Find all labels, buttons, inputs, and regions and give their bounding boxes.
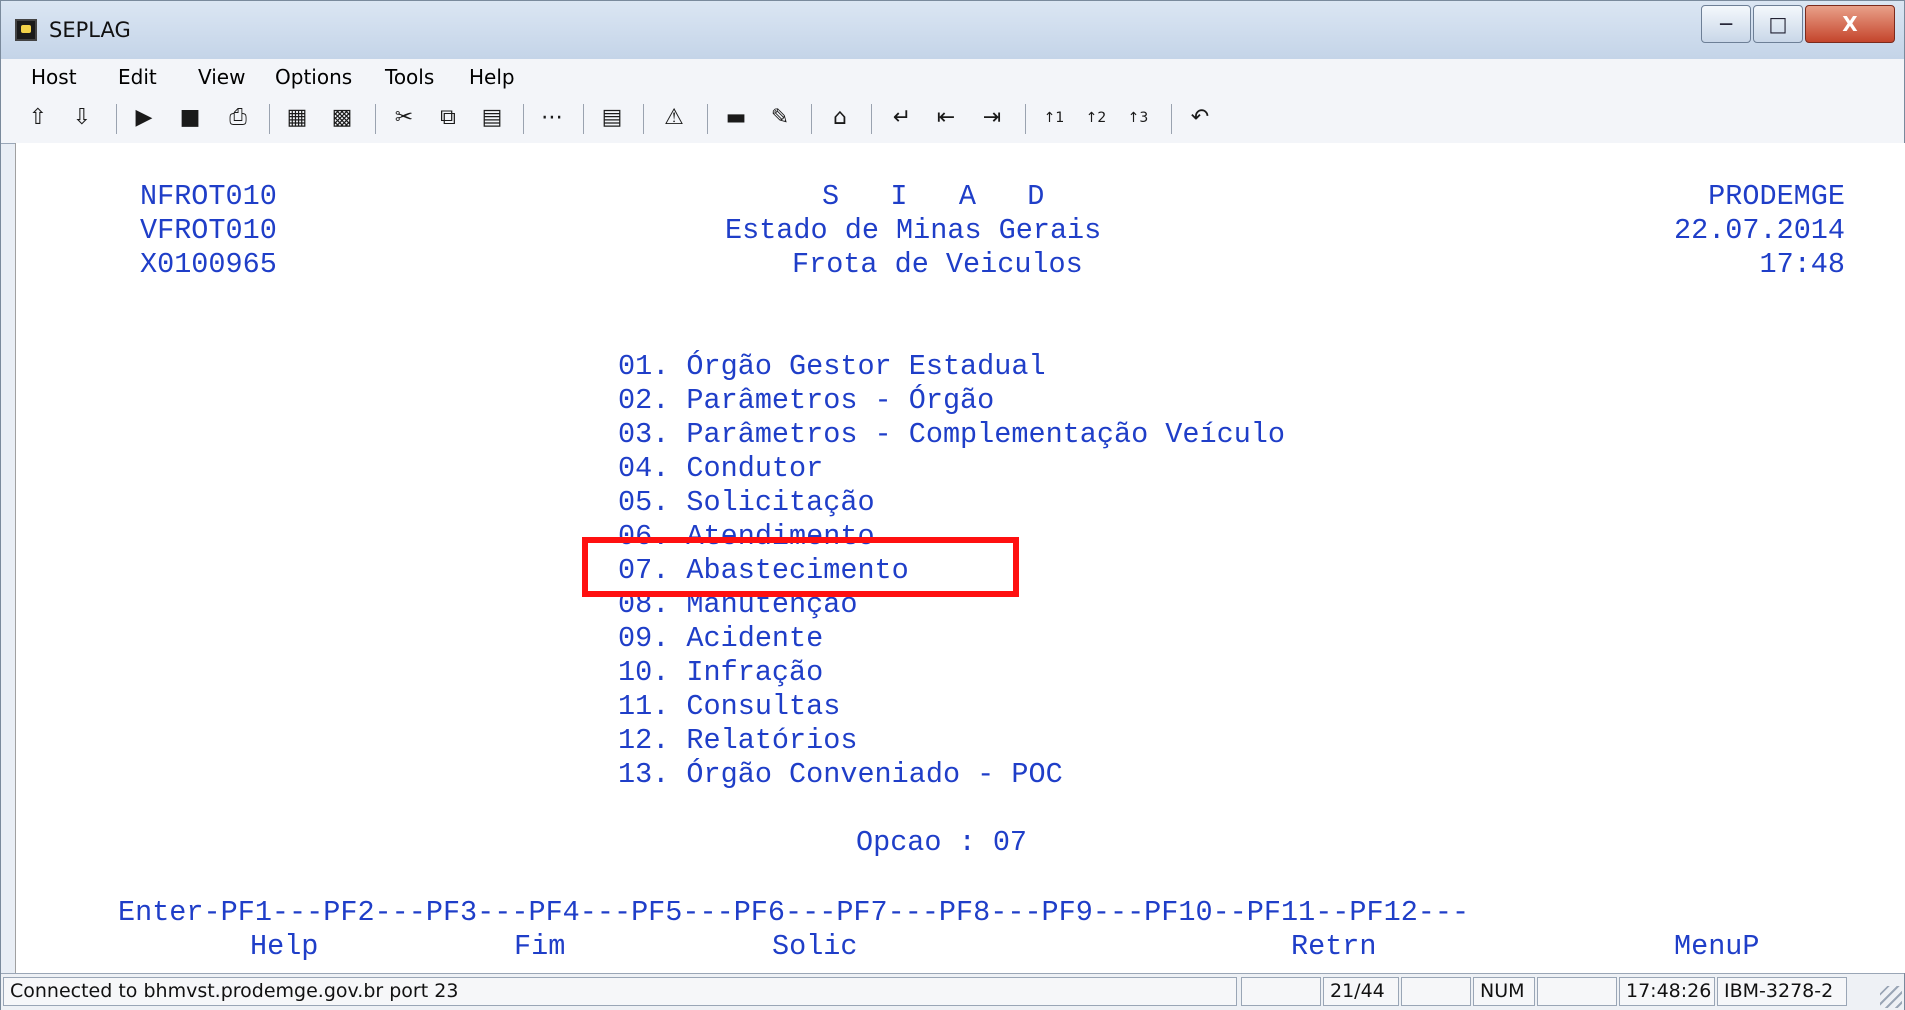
maximize-icon: □ xyxy=(1768,12,1788,36)
print-icon[interactable]: ⎙ xyxy=(225,105,251,131)
cut-icon[interactable]: ✂ xyxy=(391,105,417,131)
menu-option-02: 02. Parâmetros - Órgão xyxy=(618,384,995,417)
terminal-app-icon xyxy=(15,19,37,41)
state-name: Estado de Minas Gerais xyxy=(725,214,1102,247)
menu-view[interactable]: View xyxy=(198,65,245,89)
warning-icon[interactable]: ⚠ xyxy=(661,105,687,131)
send-file-icon[interactable]: ⇧ xyxy=(25,105,51,131)
tab-icon[interactable]: ⇥ xyxy=(979,105,1005,131)
num-lock-indicator: NUM xyxy=(1473,977,1535,1006)
menu-edit[interactable]: Edit xyxy=(118,65,157,89)
macro-run-icon[interactable]: ▶ xyxy=(131,105,157,131)
pf9-retrn-label: Retrn xyxy=(1291,930,1377,963)
pf3-icon[interactable]: ↑3 xyxy=(1125,105,1151,131)
macro-record-icon[interactable]: ■ xyxy=(177,105,203,131)
menu-option-01: 01. Órgão Gestor Estadual xyxy=(618,350,1046,383)
status-clock: 17:48:26 xyxy=(1619,977,1715,1006)
connection-status: Connected to bhmvst.prodemge.gov.br port… xyxy=(3,977,1237,1006)
system-name: S I A D xyxy=(822,180,1045,213)
menu-host[interactable]: Host xyxy=(31,65,77,89)
status-blank-2 xyxy=(1401,977,1471,1006)
enter-icon[interactable]: ↵ xyxy=(889,105,915,131)
program-code-2: VFROT010 xyxy=(140,214,277,247)
close-icon: X xyxy=(1842,12,1858,36)
copy-icon[interactable]: ⧉ xyxy=(435,105,461,131)
pf2-icon[interactable]: ↑2 xyxy=(1083,105,1109,131)
option-prompt[interactable]: Opcao : 07 xyxy=(856,827,1027,859)
menu-option-13: 13. Órgão Conveniado - POC xyxy=(618,758,1063,791)
screen-date: 22.07.2014 xyxy=(1673,214,1845,247)
pf1-help-label: Help xyxy=(250,930,319,963)
status-bar: Connected to bhmvst.prodemge.gov.br port… xyxy=(1,973,1904,1010)
receive-file-icon[interactable]: ⇩ xyxy=(69,105,95,131)
menu-option-10: 10. Infração xyxy=(618,656,824,689)
pf-key-line: Enter-PF1---PF2---PF3---PF4---PF5---PF6-… xyxy=(118,896,1470,929)
status-blank-3 xyxy=(1537,977,1617,1006)
maximize-button[interactable]: □ xyxy=(1753,5,1803,43)
pf1-icon[interactable]: ↑1 xyxy=(1041,105,1067,131)
menu-option-11: 11. Consultas xyxy=(618,690,841,723)
minimize-button[interactable]: ─ xyxy=(1701,5,1751,43)
toolbar: ⇧ ⇩ ▶ ■ ⎙ ▦ ▩ ✂ ⧉ ▤ ⋯ ▤ ⚠ ▬ ✎ ⌂ ↵ ⇤ ⇥ ↑1… xyxy=(1,94,1904,144)
chart-icon[interactable]: ▤ xyxy=(599,105,625,131)
status-blank-1 xyxy=(1241,977,1321,1006)
menu-tools[interactable]: Tools xyxy=(385,65,434,89)
paste-icon[interactable]: ▤ xyxy=(479,105,505,131)
undo-icon[interactable]: ↶ xyxy=(1187,105,1213,131)
menu-bar: Host Edit View Options Tools Help xyxy=(1,59,1904,95)
menu-options[interactable]: Options xyxy=(275,65,352,89)
dots-icon[interactable]: ⋯ xyxy=(539,105,565,131)
display-icon[interactable]: ▬ xyxy=(723,105,749,131)
cursor-position: 21/44 xyxy=(1323,977,1399,1006)
resize-grip-icon[interactable] xyxy=(1880,986,1902,1008)
terminal-window: SEPLAG ─ □ X Host Edit View Options Tool… xyxy=(0,0,1905,1010)
menu-option-09: 09. Acidente xyxy=(618,622,824,655)
window-title: SEPLAG xyxy=(49,18,131,42)
title-bar[interactable]: SEPLAG ─ □ X xyxy=(1,1,1904,60)
screen-time: 17:48 xyxy=(1759,248,1845,281)
close-button[interactable]: X xyxy=(1805,5,1895,43)
highlight-box xyxy=(582,537,1019,597)
menu-option-12: 12. Relatórios xyxy=(618,724,858,757)
menu-option-05: 05. Solicitação xyxy=(618,486,875,519)
terminal-type: IBM-3278-2 xyxy=(1717,977,1847,1006)
menu-help[interactable]: Help xyxy=(469,65,515,89)
screen-save-icon[interactable]: ▦ xyxy=(284,105,310,131)
home-icon[interactable]: ⌂ xyxy=(827,105,853,131)
menu-option-03: 03. Parâmetros - Complementação Veículo xyxy=(618,418,1286,451)
field-back-icon[interactable]: ⇤ xyxy=(933,105,959,131)
company-name: PRODEMGE xyxy=(1708,180,1845,213)
pf5-solic-label: Solic xyxy=(772,930,858,963)
program-code-1: NFROT010 xyxy=(140,180,277,213)
pen-icon[interactable]: ✎ xyxy=(767,105,793,131)
pf3-fim-label: Fim xyxy=(514,930,566,963)
screen-load-icon[interactable]: ▩ xyxy=(329,105,355,131)
minimize-icon: ─ xyxy=(1719,12,1733,36)
menu-option-04: 04. Condutor xyxy=(618,452,824,485)
module-title: Frota de Veiculos xyxy=(792,248,1083,281)
user-code: X0100965 xyxy=(140,248,277,281)
pf12-menup-label: MenuP xyxy=(1674,930,1760,963)
